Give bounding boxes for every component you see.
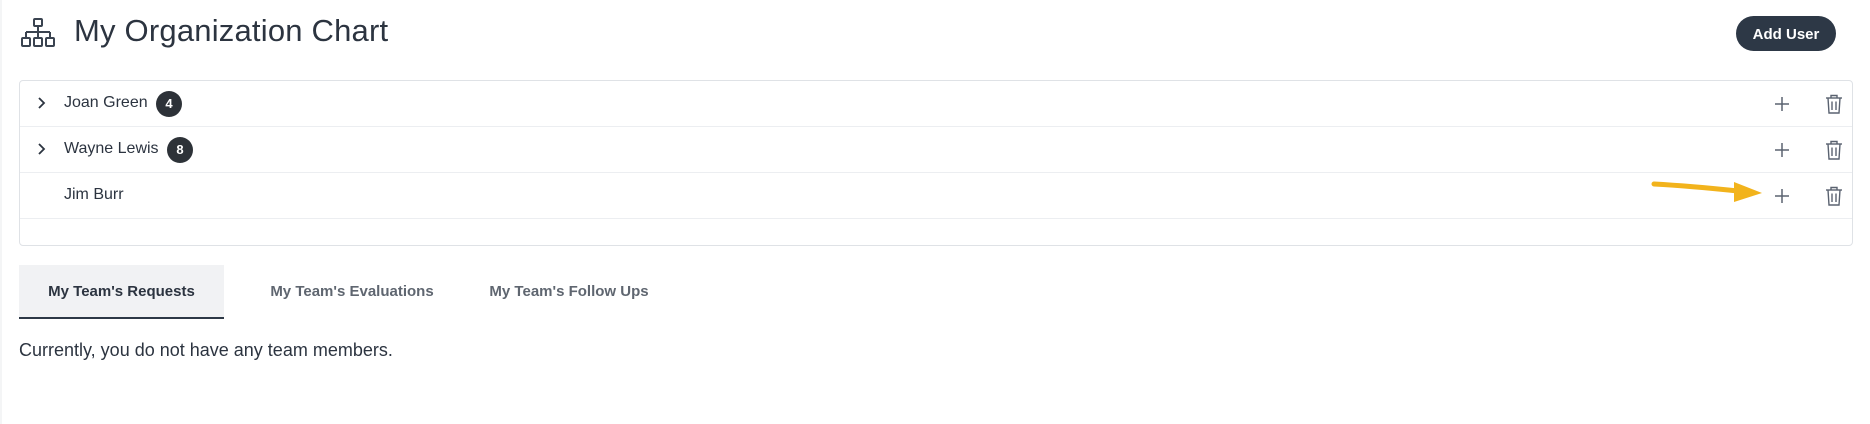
add-child-plus-icon[interactable] <box>1772 186 1792 206</box>
chevron-right-icon[interactable] <box>35 142 49 156</box>
annotation-arrow-icon <box>1651 181 1762 202</box>
add-child-plus-icon[interactable] <box>1772 140 1792 160</box>
tree-row[interactable]: Wayne Lewis 8 <box>20 127 1852 173</box>
tab-team-evaluations[interactable]: My Team's Evaluations <box>252 265 452 319</box>
empty-state-message: Currently, you do not have any team memb… <box>19 340 393 360</box>
trash-icon[interactable] <box>1824 185 1844 207</box>
team-tabs: My Team's Requests My Team's Evaluations… <box>19 265 719 320</box>
tree-row-name[interactable]: Joan Green <box>64 94 148 112</box>
tree-row-name[interactable]: Wayne Lewis <box>64 140 159 158</box>
org-tree-panel: Joan Green 4 Wayne Lewis 8 Jim Burr <box>19 80 1853 246</box>
chevron-right-icon[interactable] <box>35 96 49 110</box>
tab-team-requests[interactable]: My Team's Requests <box>19 265 224 319</box>
page-title: My Organization Chart <box>74 13 389 48</box>
tree-row[interactable]: Jim Burr <box>20 173 1852 219</box>
member-count-badge: 4 <box>156 91 182 117</box>
tree-row[interactable]: Joan Green 4 <box>20 81 1852 127</box>
org-chart-icon <box>21 18 55 47</box>
trash-icon[interactable] <box>1824 93 1844 115</box>
add-child-plus-icon[interactable] <box>1772 94 1792 114</box>
tree-row-name[interactable]: Jim Burr <box>64 186 124 204</box>
page-header: My Organization Chart Add User <box>0 0 1870 68</box>
member-count-badge: 8 <box>167 137 193 163</box>
trash-icon[interactable] <box>1824 139 1844 161</box>
tab-team-follow-ups[interactable]: My Team's Follow Ups <box>474 265 664 319</box>
add-user-button[interactable]: Add User <box>1736 16 1836 51</box>
